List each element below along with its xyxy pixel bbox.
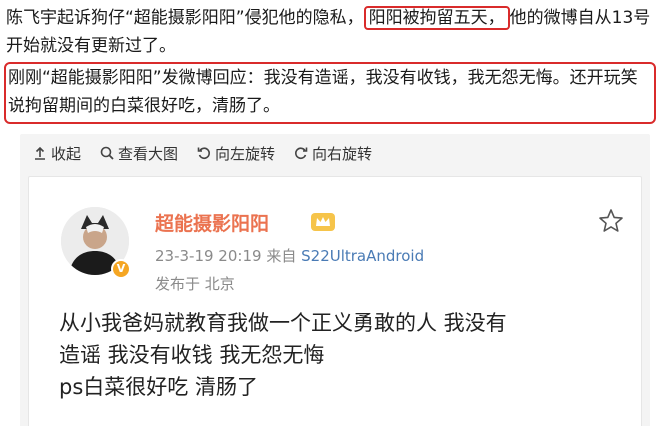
rotate-right-icon — [295, 147, 308, 159]
view-large-label: 查看大图 — [118, 144, 179, 163]
verified-badge: V — [111, 259, 131, 279]
view-large-button[interactable]: 查看大图 — [99, 143, 178, 164]
post-meta: 23-3-19 20:19 来自 S22UltraAndroid — [155, 245, 424, 266]
crown-icon — [311, 213, 335, 231]
post-line: 造谣 我没有收钱 我无怨无悔 — [59, 343, 325, 367]
source-prefix: 来自 — [266, 247, 297, 265]
rotate-left-button[interactable]: 向左旋转 — [196, 143, 275, 164]
article-paragraph-2: 刚刚“超能摄影阳阳”发微博回应：我没有造谣，我没有收钱，我无怨无悔。还开玩笑说拘… — [8, 68, 638, 116]
rotate-right-label: 向右旋转 — [312, 144, 373, 163]
weibo-image-card: 收起 查看大图 向左旋转 向右旋转 V 超能摄影阳阳 23-3-19 20:19… — [20, 134, 650, 426]
post-username[interactable]: 超能摄影阳阳 — [155, 209, 269, 236]
star-icon[interactable] — [597, 207, 625, 235]
highlighted-detention: 阳阳被拘留五天， — [363, 6, 510, 30]
article-paragraph-1: 陈飞宇起诉狗仔“超能摄影阳阳”侵犯他的隐私， 阳阳被拘留五天， 他的微博自从13号开… — [6, 4, 654, 60]
collapse-label: 收起 — [51, 144, 82, 163]
post-time: 23-3-19 20:19 — [155, 247, 262, 265]
para1-text-before: 陈飞宇起诉狗仔“超能摄影阳阳”侵犯他的隐私， — [6, 8, 364, 28]
collapse-button[interactable]: 收起 — [32, 143, 81, 164]
post-line: ps白菜很好吃 清肠了 — [59, 375, 258, 399]
post-device[interactable]: S22UltraAndroid — [301, 247, 424, 265]
image-toolbar: 收起 查看大图 向左旋转 向右旋转 — [20, 134, 390, 172]
post-line: 从小我爸妈就教育我做一个正义勇敢的人 我没有 — [59, 311, 507, 335]
rotate-right-button[interactable]: 向右旋转 — [293, 143, 372, 164]
weibo-post: V 超能摄影阳阳 23-3-19 20:19 来自 S22UltraAndroi… — [28, 176, 642, 426]
collapse-icon — [35, 146, 45, 160]
zoom-icon — [100, 146, 114, 160]
rotate-left-icon — [197, 147, 210, 159]
post-body: 从小我爸妈就教育我做一个正义勇敢的人 我没有 造谣 我没有收钱 我无怨无悔 ps… — [59, 307, 619, 403]
rotate-left-label: 向左旋转 — [215, 144, 276, 163]
post-location: 发布于 北京 — [155, 275, 235, 293]
